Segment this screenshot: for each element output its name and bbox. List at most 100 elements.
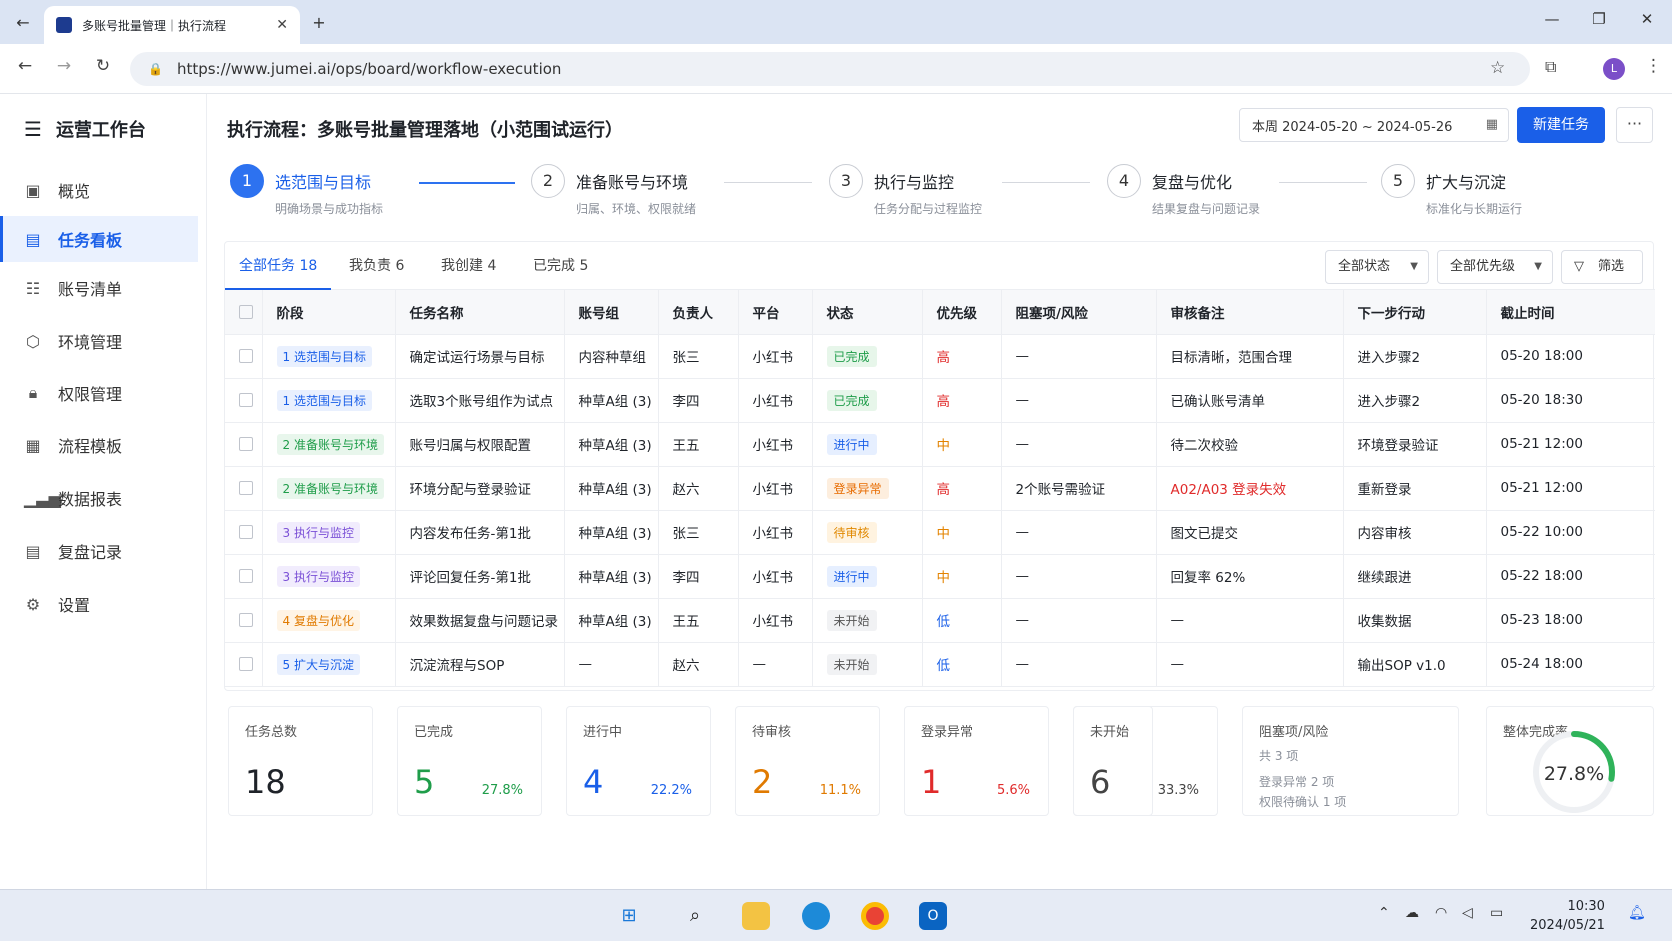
- task-name[interactable]: 沉淀流程与SOP: [395, 642, 565, 687]
- sidebar-item-accounts[interactable]: ☷ 账号清单: [0, 265, 198, 311]
- stat-error: 登录异常 1 5.6%: [904, 706, 1049, 816]
- minimize-icon[interactable]: —: [1537, 10, 1567, 28]
- date-range-picker[interactable]: 本周 2024-05-20 ~ 2024-05-26 ▦: [1239, 108, 1509, 142]
- table-row[interactable]: 1 选范围与目标 确定试运行场景与目标 内容种草组 张三 小红书 已完成 高 —…: [225, 334, 1655, 379]
- battery-icon[interactable]: ▭: [1490, 905, 1503, 921]
- tab-created[interactable]: 我创建 4: [427, 242, 510, 290]
- table-row[interactable]: 4 复盘与优化 效果数据复盘与问题记录 种草A组 (3) 王五 小红书 未开始 …: [225, 598, 1655, 643]
- tab-close-icon[interactable]: ✕: [276, 17, 288, 33]
- step-number: 2: [531, 164, 565, 198]
- task-name[interactable]: 选取3个账号组作为试点: [395, 378, 565, 423]
- sidebar-item-board[interactable]: ▤ 任务看板: [0, 216, 198, 262]
- table-row[interactable]: 2 准备账号与环境 环境分配与登录验证 种草A组 (3) 赵六 小红书 登录异常…: [225, 466, 1655, 511]
- volume-icon[interactable]: ◁: [1462, 905, 1473, 921]
- row-checkbox[interactable]: [225, 598, 263, 643]
- wifi-icon[interactable]: ◠: [1435, 905, 1447, 921]
- table-row[interactable]: 2 准备账号与环境 账号归属与权限配置 种草A组 (3) 王五 小红书 进行中 …: [225, 422, 1655, 467]
- sidebar-item-reviews[interactable]: ▤ 复盘记录: [0, 528, 198, 574]
- tab-completed[interactable]: 已完成 5: [519, 242, 602, 290]
- outlook-icon[interactable]: O: [919, 902, 947, 930]
- row-checkbox[interactable]: [225, 554, 263, 599]
- edge-icon[interactable]: [802, 902, 830, 930]
- col-risk[interactable]: 阻塞项/风险: [1001, 290, 1157, 335]
- window-close-icon[interactable]: ✕: [1632, 10, 1662, 28]
- chrome-icon[interactable]: [861, 902, 889, 930]
- profile-avatar[interactable]: L: [1603, 58, 1625, 80]
- sidebar-item-reports[interactable]: ▁▃▅ 数据报表: [0, 475, 198, 521]
- task-name[interactable]: 评论回复任务-第1批: [395, 554, 565, 599]
- col-platform[interactable]: 平台: [738, 290, 813, 335]
- address-bar: ← → ↻ 🔒 https://www.jumei.ai/ops/board/w…: [0, 44, 1672, 94]
- tab-back-icon[interactable]: ←: [10, 10, 36, 36]
- browser-tab[interactable]: 多账号批量管理｜执行流程 ✕: [44, 6, 300, 44]
- col-due[interactable]: 截止时间: [1486, 290, 1655, 335]
- reload-icon[interactable]: ↻: [90, 56, 116, 76]
- new-tab-icon[interactable]: +: [306, 10, 332, 36]
- notification-bell-icon[interactable]: 🔔︎: [1628, 905, 1646, 921]
- task-name[interactable]: 确定试运行场景与目标: [395, 334, 565, 379]
- file-explorer-icon[interactable]: [742, 902, 770, 930]
- task-name[interactable]: 环境分配与登录验证: [395, 466, 565, 511]
- sidebar-item-environment[interactable]: ⬡ 环境管理: [0, 318, 198, 364]
- status-cell: 待审核: [812, 510, 923, 555]
- clock[interactable]: 10:30 2024/05/21: [1530, 897, 1605, 935]
- col-priority[interactable]: 优先级: [922, 290, 1002, 335]
- browser-menu-icon[interactable]: ⋮: [1645, 56, 1662, 76]
- col-status[interactable]: 状态: [812, 290, 923, 335]
- col-owner[interactable]: 负责人: [658, 290, 739, 335]
- step-subtitle: 任务分配与过程监控: [874, 202, 983, 216]
- table-row[interactable]: 1 选范围与目标 选取3个账号组作为试点 种草A组 (3) 李四 小红书 已完成…: [225, 378, 1655, 423]
- url-input[interactable]: 🔒 https://www.jumei.ai/ops/board/workflo…: [130, 52, 1530, 86]
- owner: 赵六: [658, 642, 739, 687]
- col-next[interactable]: 下一步行动: [1343, 290, 1487, 335]
- row-checkbox[interactable]: [225, 466, 263, 511]
- more-button[interactable]: ···: [1616, 107, 1653, 143]
- col-name[interactable]: 任务名称: [395, 290, 565, 335]
- next-action: 重新登录: [1343, 466, 1487, 511]
- maximize-icon[interactable]: ❐: [1584, 10, 1614, 28]
- task-name[interactable]: 账号归属与权限配置: [395, 422, 565, 467]
- record-icon: ▤: [25, 541, 41, 561]
- risk: —: [1001, 422, 1157, 467]
- stat-label: 待审核: [752, 725, 792, 740]
- forward-icon[interactable]: →: [51, 56, 77, 76]
- cloud-icon[interactable]: ☁: [1405, 905, 1419, 921]
- sidebar-item-templates[interactable]: ▦ 流程模板: [0, 422, 198, 468]
- sidebar-item-permissions[interactable]: 🔒︎ 权限管理: [0, 370, 198, 416]
- table-row[interactable]: 5 扩大与沉淀 沉淀流程与SOP — 赵六 — 未开始 低 — — 输出SOP …: [225, 642, 1655, 687]
- sidebar-item-overview[interactable]: ▣ 概览: [0, 167, 198, 213]
- sidebar-item-settings[interactable]: ⚙ 设置: [0, 581, 198, 627]
- step-title: 准备账号与环境: [576, 173, 689, 192]
- step-title: 扩大与沉淀: [1426, 173, 1507, 192]
- bookmark-star-icon[interactable]: ☆: [1490, 58, 1505, 78]
- search-icon[interactable]: ⌕: [681, 902, 709, 930]
- hamburger-icon[interactable]: ☰: [24, 117, 42, 141]
- stage-cell: 3 执行与监控: [262, 510, 396, 555]
- back-icon[interactable]: ←: [12, 56, 38, 76]
- filter-label: 筛选: [1598, 259, 1625, 274]
- row-checkbox[interactable]: [225, 378, 263, 423]
- table-row[interactable]: 3 执行与监控 评论回复任务-第1批 种草A组 (3) 李四 小红书 进行中 中…: [225, 554, 1655, 599]
- windows-start-icon[interactable]: ⊞: [615, 902, 643, 930]
- favicon-icon: [56, 17, 72, 33]
- row-checkbox[interactable]: [225, 510, 263, 555]
- col-note[interactable]: 审核备注: [1156, 290, 1344, 335]
- col-group[interactable]: 账号组: [564, 290, 659, 335]
- tab-my-tasks[interactable]: 我负责 6: [335, 242, 418, 290]
- row-checkbox[interactable]: [225, 334, 263, 379]
- table-row[interactable]: 3 执行与监控 内容发布任务-第1批 种草A组 (3) 张三 小红书 待审核 中…: [225, 510, 1655, 555]
- tray-chevron-icon[interactable]: ⌃: [1378, 905, 1390, 921]
- status-dropdown[interactable]: 全部状态 ▼: [1325, 250, 1429, 284]
- extensions-icon[interactable]: ⧉: [1545, 57, 1556, 77]
- new-task-button[interactable]: 新建任务: [1517, 107, 1605, 143]
- tab-all-tasks[interactable]: 全部任务 18: [225, 242, 332, 290]
- row-checkbox[interactable]: [225, 642, 263, 687]
- due-time: 05-20 18:30: [1486, 378, 1655, 423]
- task-name[interactable]: 效果数据复盘与问题记录: [395, 598, 565, 643]
- task-name[interactable]: 内容发布任务-第1批: [395, 510, 565, 555]
- filter-button[interactable]: ▽ 筛选: [1561, 250, 1643, 284]
- col-stage[interactable]: 阶段: [262, 290, 396, 335]
- row-checkbox[interactable]: [225, 422, 263, 467]
- priority-dropdown[interactable]: 全部优先级 ▼: [1437, 250, 1553, 284]
- select-all-checkbox[interactable]: [225, 290, 263, 335]
